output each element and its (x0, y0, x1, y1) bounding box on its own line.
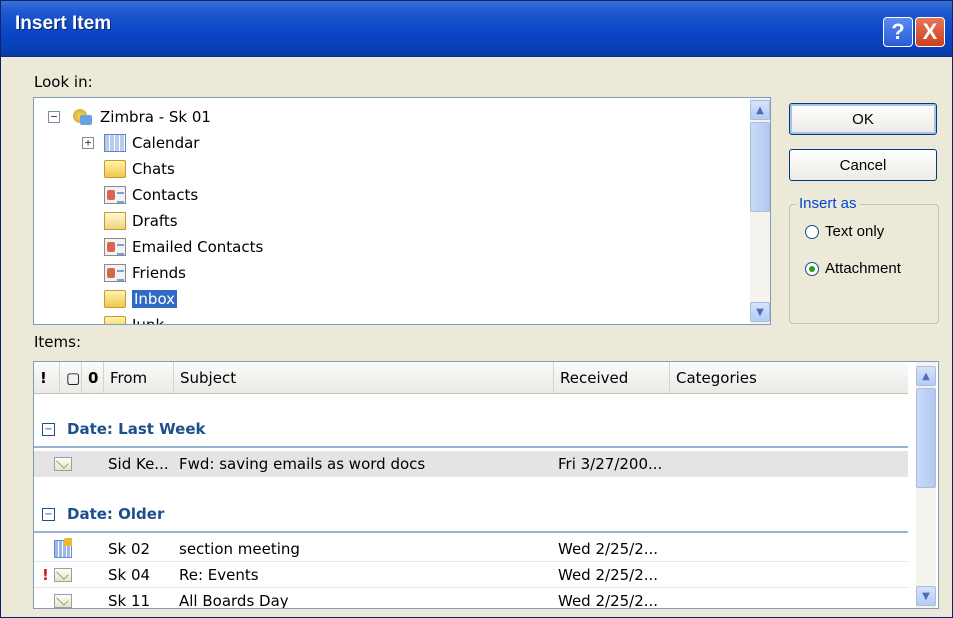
item-type-column-icon[interactable]: ▢ (60, 362, 82, 394)
dialog-title: Insert Item (15, 13, 112, 34)
radio-label: Text only (825, 223, 885, 240)
scroll-thumb[interactable] (750, 122, 770, 212)
importance-icon: ! (42, 566, 49, 584)
scroll-down-arrow-icon[interactable]: ▼ (750, 302, 770, 322)
tree-item-label: Emailed Contacts (132, 238, 264, 256)
meeting-icon (54, 536, 72, 562)
drafts-icon (104, 212, 126, 230)
tree-item-chats[interactable]: Chats (104, 156, 175, 182)
close-icon: X (922, 19, 938, 44)
tree-item-root[interactable]: − Zimbra - Sk 01 (48, 104, 211, 130)
tree-item-emailed-contacts[interactable]: Emailed Contacts (104, 234, 263, 260)
row-received: Wed 2/25/2... (558, 592, 659, 609)
table-row[interactable]: Sk 11 All Boards Day Wed 2/25/2... (34, 588, 908, 609)
attachment-radio[interactable]: Attachment (805, 260, 901, 277)
row-subject: section meeting (179, 540, 300, 558)
tree-item-contacts[interactable]: Contacts (104, 182, 198, 208)
title-bar[interactable]: Insert Item ? X (1, 1, 952, 57)
items-list[interactable]: ! ▢ 0 From Subject Received Categories −… (33, 361, 939, 609)
importance-column-icon[interactable]: ! (34, 362, 60, 394)
envelope-icon (54, 562, 72, 588)
tree-item-label: Chats (132, 160, 175, 178)
row-from: Sk 11 (108, 592, 151, 609)
group-title: Date: Last Week (67, 420, 206, 438)
insert-item-dialog: Insert Item ? X Look in: − Zimbra - Sk 0… (0, 0, 953, 618)
table-row[interactable]: ! Sk 04 Re: Events Wed 2/25/2... (34, 562, 908, 588)
radio-label: Attachment (825, 260, 901, 277)
row-received: Wed 2/25/2... (558, 566, 659, 584)
attachment-column-icon[interactable]: 0 (82, 362, 104, 394)
folder-tree[interactable]: − Zimbra - Sk 01 + Calendar Chats Contac… (33, 97, 771, 325)
envelope-icon (54, 588, 72, 608)
column-received[interactable]: Received (554, 362, 670, 394)
tree-item-label: Contacts (132, 186, 199, 204)
ok-button[interactable]: OK (789, 103, 937, 135)
items-scrollbar[interactable]: ▲ ▼ (916, 362, 936, 608)
look-in-label: Look in: (34, 73, 93, 91)
group-header-older[interactable]: − Date: Older (34, 497, 908, 533)
calendar-icon (104, 134, 126, 152)
scroll-down-arrow-icon[interactable]: ▼ (916, 586, 936, 606)
mailbox-icon (70, 107, 94, 127)
tree-item-label: Drafts (132, 212, 178, 230)
row-received: Fri 3/27/200... (558, 455, 663, 473)
scroll-thumb[interactable] (916, 388, 936, 488)
collapse-icon[interactable]: − (48, 111, 60, 123)
tree-item-label: Junk (132, 316, 165, 325)
collapse-icon[interactable]: − (42, 507, 55, 521)
column-categories[interactable]: Categories (670, 362, 908, 394)
contacts-icon (104, 238, 126, 256)
insert-as-title: Insert as (796, 195, 860, 212)
radio-selected-icon[interactable] (805, 261, 819, 276)
expand-icon[interactable]: + (82, 137, 94, 149)
folder-icon (104, 316, 126, 324)
cancel-button[interactable]: Cancel (789, 149, 937, 181)
column-subject[interactable]: Subject (174, 362, 554, 394)
table-row[interactable]: Sid Ke... Fwd: saving emails as word doc… (34, 451, 908, 477)
row-from: Sk 02 (108, 540, 151, 558)
column-from[interactable]: From (104, 362, 174, 394)
tree-scrollbar[interactable]: ▲ ▼ (750, 98, 770, 324)
row-received: Wed 2/25/2... (558, 540, 659, 558)
inbox-icon (104, 290, 126, 308)
contacts-icon (104, 264, 126, 282)
row-subject: All Boards Day (179, 592, 289, 609)
scroll-up-arrow-icon[interactable]: ▲ (750, 100, 770, 120)
tree-item-inbox[interactable]: Inbox (104, 286, 178, 312)
scroll-up-arrow-icon[interactable]: ▲ (916, 366, 936, 386)
group-title: Date: Older (67, 505, 165, 523)
items-header: ! ▢ 0 From Subject Received Categories (34, 362, 908, 394)
tree-item-label: Zimbra - Sk 01 (100, 108, 211, 126)
table-row[interactable]: Sk 02 section meeting Wed 2/25/2... (34, 536, 908, 562)
row-from: Sid Ke... (108, 455, 169, 473)
radio-icon[interactable] (805, 224, 819, 239)
help-button[interactable]: ? (883, 17, 913, 47)
tree-item-calendar[interactable]: + Calendar (82, 130, 199, 156)
tree-item-friends[interactable]: Friends (104, 260, 186, 286)
row-subject: Fwd: saving emails as word docs (179, 455, 426, 473)
close-button[interactable]: X (915, 17, 945, 47)
items-label: Items: (34, 333, 82, 351)
group-header-last-week[interactable]: − Date: Last Week (34, 412, 908, 448)
tree-item-drafts[interactable]: Drafts (104, 208, 178, 234)
tree-item-label: Friends (132, 264, 186, 282)
collapse-icon[interactable]: − (42, 422, 55, 436)
row-from: Sk 04 (108, 566, 151, 584)
folder-icon (104, 160, 126, 178)
text-only-radio[interactable]: Text only (805, 223, 884, 240)
envelope-icon (54, 451, 72, 477)
tree-item-label: Calendar (132, 134, 200, 152)
contacts-icon (104, 186, 126, 204)
tree-item-junk[interactable]: Junk (104, 312, 165, 325)
help-icon: ? (891, 19, 905, 44)
tree-item-label: Inbox (132, 290, 178, 308)
row-subject: Re: Events (179, 566, 259, 584)
